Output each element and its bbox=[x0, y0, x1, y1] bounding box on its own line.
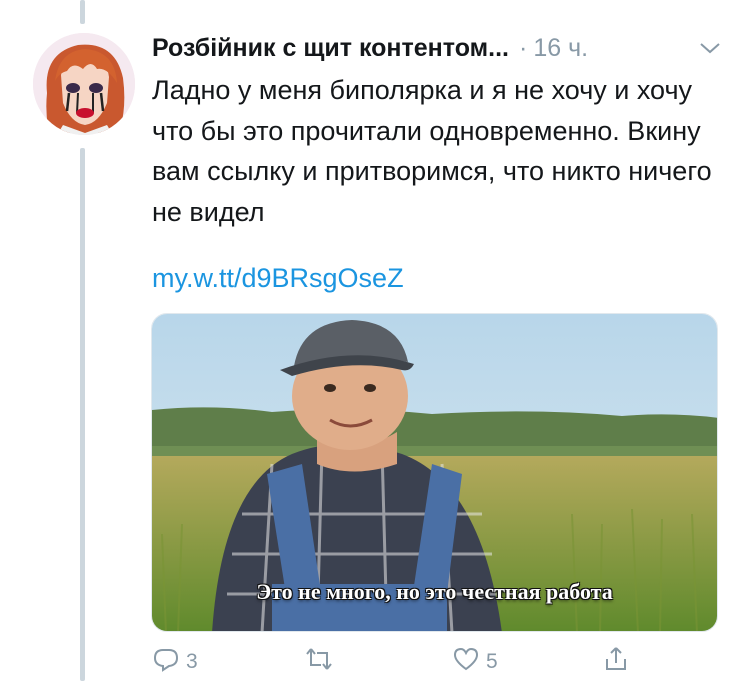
like-count: 5 bbox=[486, 650, 498, 673]
heart-icon bbox=[452, 645, 480, 679]
thread-line-top bbox=[80, 0, 85, 24]
media-caption: Это не много, но это честная работа bbox=[256, 579, 613, 604]
thread-line-bottom bbox=[80, 148, 85, 681]
avatar[interactable] bbox=[33, 33, 135, 135]
reply-count: 3 bbox=[186, 650, 198, 673]
reply-icon bbox=[152, 645, 180, 679]
reply-button[interactable]: 3 bbox=[152, 646, 198, 678]
retweet-button[interactable] bbox=[302, 646, 342, 678]
tweet-header: Розбійник с щит контентом... · 16 ч. bbox=[152, 30, 722, 66]
share-icon bbox=[602, 645, 630, 679]
tweet-link[interactable]: my.w.tt/d9BRsgOseZ bbox=[152, 260, 404, 296]
timestamp[interactable]: 16 ч. bbox=[533, 34, 588, 63]
separator: · bbox=[518, 33, 528, 62]
tweet-text: Ладно у меня биполярка и я не хочу и хоч… bbox=[152, 75, 712, 227]
share-button[interactable] bbox=[602, 646, 630, 678]
media-image[interactable]: Это не много, но это честная работа bbox=[151, 313, 718, 632]
author-name[interactable]: Розбійник с щит контентом... bbox=[152, 34, 509, 63]
tweet-actions: 3 5 bbox=[152, 646, 712, 681]
retweet-icon bbox=[302, 645, 336, 679]
chevron-down-icon[interactable] bbox=[698, 38, 722, 58]
like-button[interactable]: 5 bbox=[452, 646, 498, 678]
